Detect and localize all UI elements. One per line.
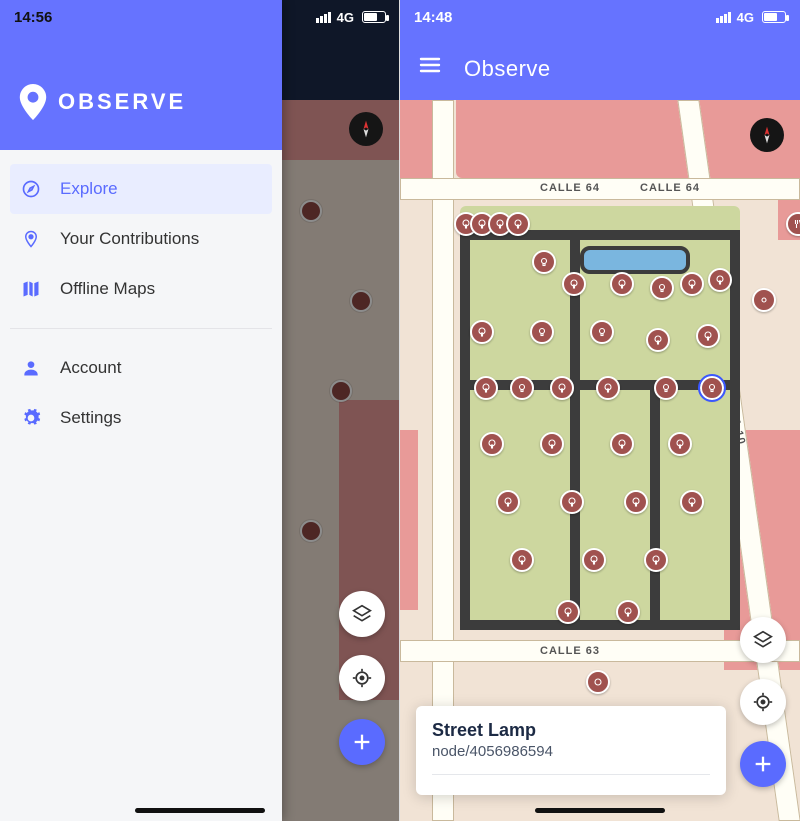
home-indicator [135,808,265,813]
feature-card[interactable]: Street Lamp node/4056986594 [416,706,726,795]
gear-icon [20,407,42,429]
navigation-drawer: OBSERVE Explore Your Contributions [0,0,282,821]
road-label: CALLE 63 [540,645,600,657]
poi-tree[interactable] [610,432,634,456]
add-button[interactable] [740,741,786,787]
pin-icon [20,228,42,250]
poi-tree[interactable] [644,548,668,572]
status-time: 14:48 [414,9,452,26]
drawer-divider [10,328,272,329]
compass-icon [20,178,42,200]
poi-tree[interactable] [696,324,720,348]
home-indicator [535,808,665,813]
poi-tree[interactable] [582,548,606,572]
poi-lamp[interactable] [590,320,614,344]
poi-lamp[interactable] [530,320,554,344]
brand-text: OBSERVE [58,89,186,115]
poi-tree[interactable] [510,548,534,572]
poi-lamp[interactable] [532,250,556,274]
layers-button[interactable] [740,617,786,663]
logo-pin-icon [18,84,48,120]
poi-tree[interactable] [474,376,498,400]
poi-tree[interactable] [556,600,580,624]
poi-tree[interactable] [668,432,692,456]
road-label: CALLE 64 [540,182,600,194]
poi-tree[interactable] [562,272,586,296]
menu-label: Account [60,358,121,378]
poi-tree[interactable] [624,490,648,514]
poi-marker[interactable] [752,288,776,312]
locate-button[interactable] [740,679,786,725]
poi-tree[interactable] [506,212,530,236]
menu-explore[interactable]: Explore [10,164,272,214]
poi-lamp[interactable] [654,376,678,400]
menu-button[interactable] [418,53,442,82]
poi-tree[interactable] [616,600,640,624]
poi-tree[interactable] [708,268,732,292]
layers-button[interactable] [339,591,385,637]
menu-settings[interactable]: Settings [10,393,272,443]
poi-tree[interactable] [680,490,704,514]
poi-tree[interactable] [470,320,494,344]
menu-label: Your Contributions [60,229,199,249]
compass-icon[interactable] [349,112,383,146]
locate-button[interactable] [339,655,385,701]
menu-offline-maps[interactable]: Offline Maps [10,264,272,314]
menu-label: Settings [60,408,121,428]
add-button[interactable] [339,719,385,765]
compass-icon[interactable] [750,118,784,152]
poi-lamp[interactable] [650,276,674,300]
poi-lamp-selected[interactable] [700,376,724,400]
feature-title: Street Lamp [432,720,710,741]
menu-contributions[interactable]: Your Contributions [10,214,272,264]
map-icon [20,278,42,300]
phone-drawer-view: 14:56 4G OBSERVE [0,0,400,821]
status-network: 4G [716,10,786,25]
poi-lamp[interactable] [510,376,534,400]
menu-label: Explore [60,179,118,199]
feature-id: node/4056986594 [432,743,710,760]
poi-tree[interactable] [496,490,520,514]
person-icon [20,357,42,379]
poi-tree[interactable] [596,376,620,400]
poi-tree[interactable] [480,432,504,456]
poi-tree[interactable] [680,272,704,296]
poi-tree[interactable] [610,272,634,296]
poi-tree[interactable] [540,432,564,456]
menu-account[interactable]: Account [10,343,272,393]
phone-map-view: 14:48 4G Observe CALLE 64 CALLE 64 CALLE… [400,0,800,821]
poi-tree[interactable] [646,328,670,352]
poi-marker[interactable] [586,670,610,694]
poi-tree[interactable] [550,376,574,400]
road-label: CALLE 64 [640,182,700,194]
poi-tree[interactable] [560,490,584,514]
appbar-title: Observe [464,56,551,82]
menu-label: Offline Maps [60,279,155,299]
status-time: 14:56 [14,9,52,26]
